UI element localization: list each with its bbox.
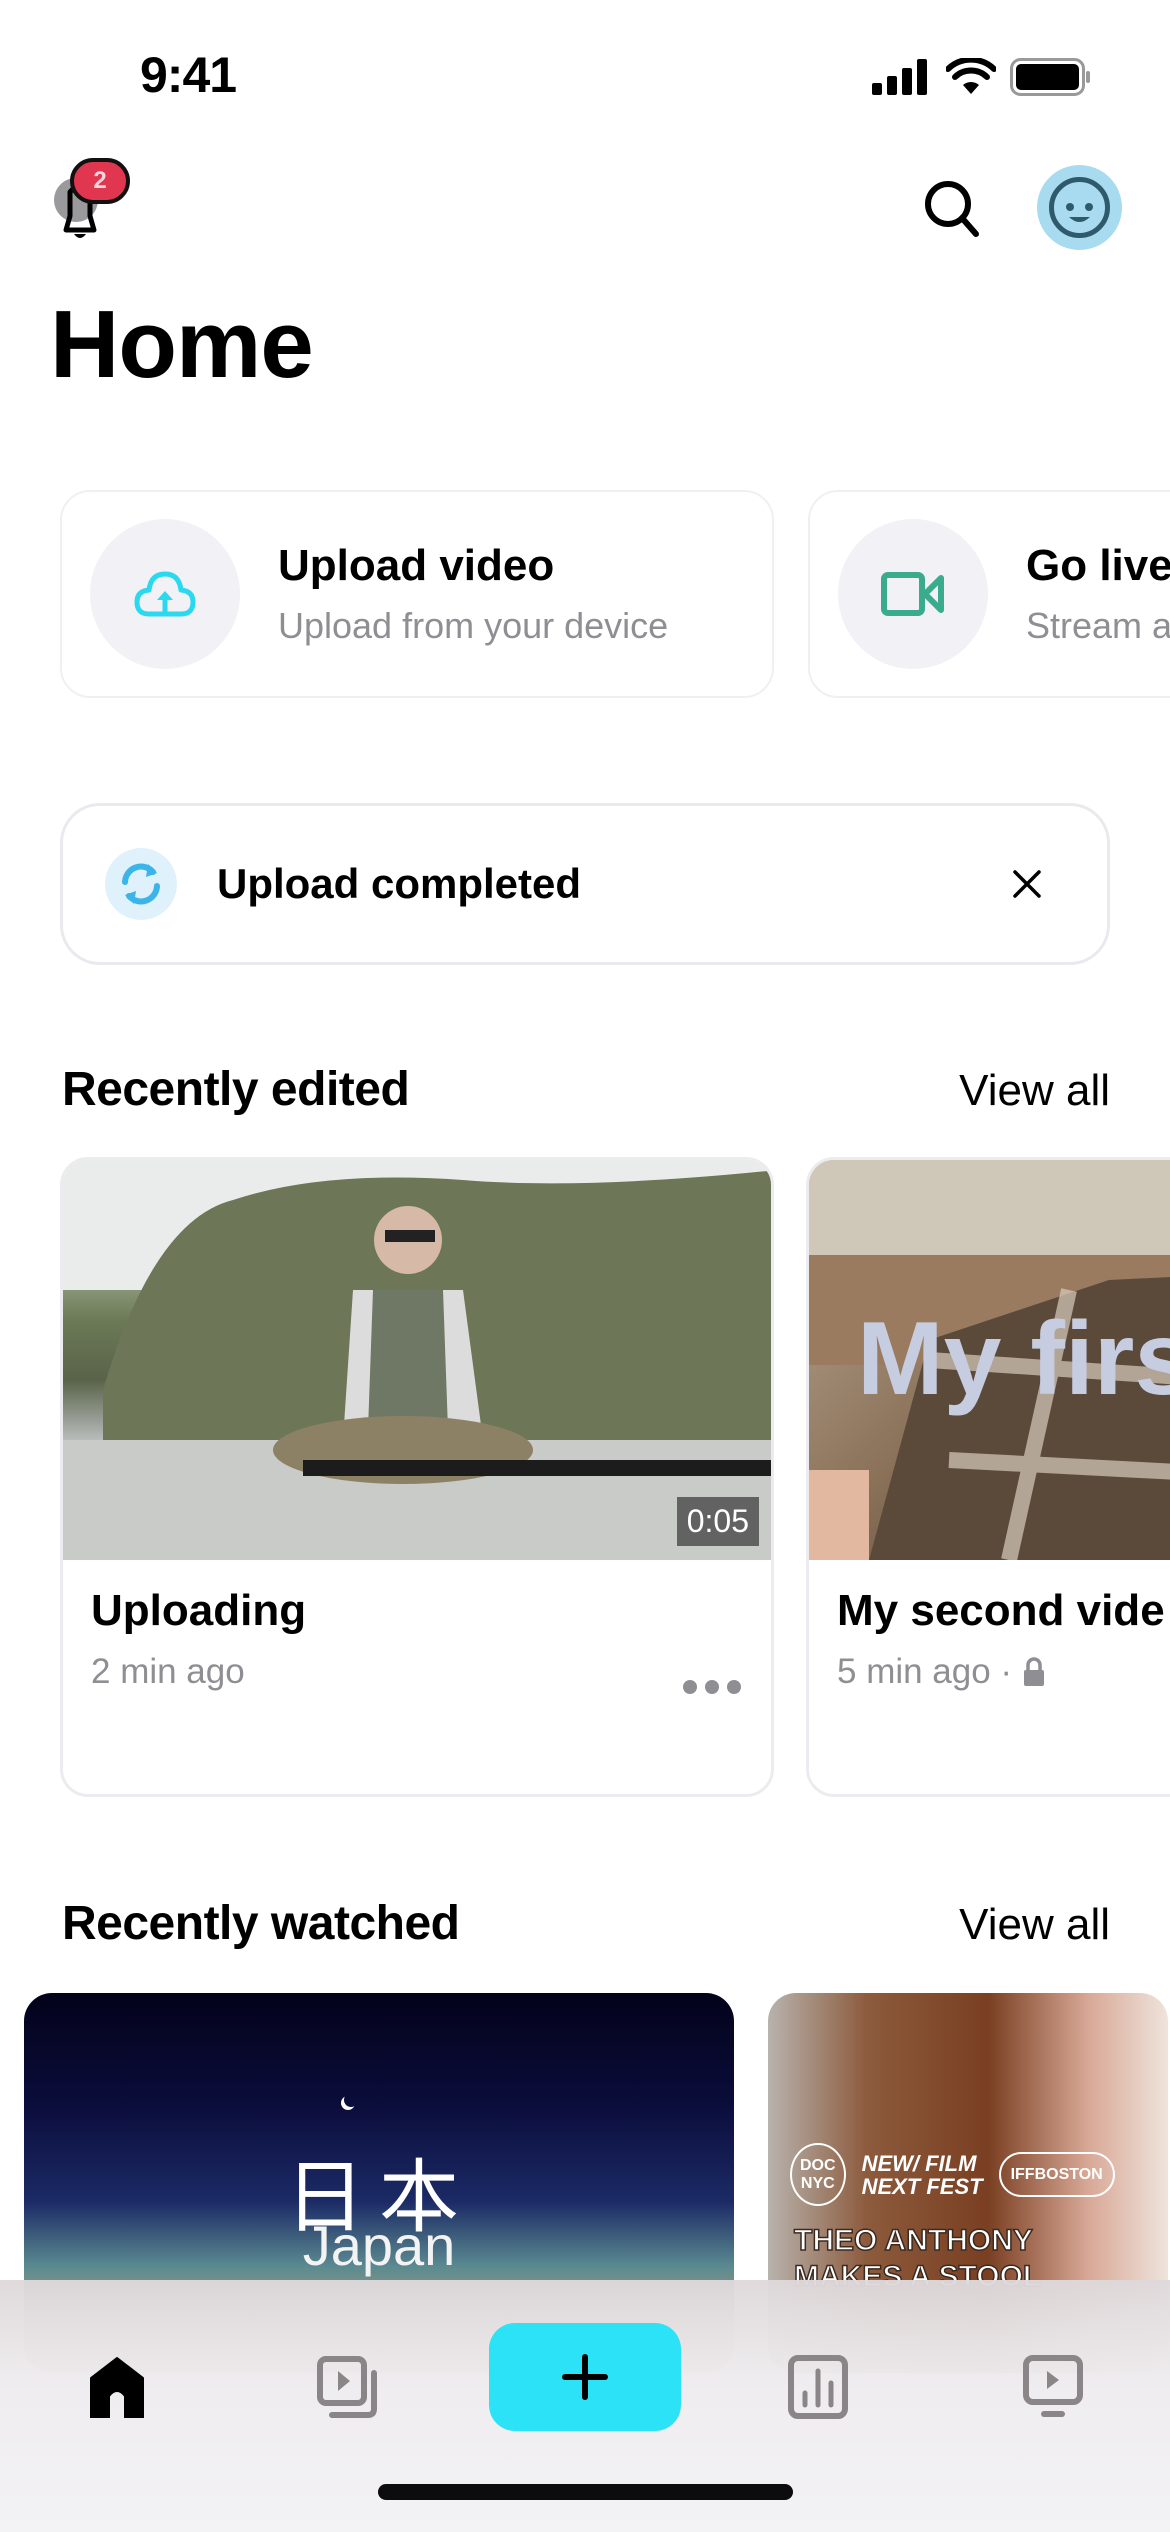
action-subtitle: Stream a	[1026, 605, 1170, 646]
badge-count: 2	[93, 167, 107, 194]
go-live-icon-wrap	[838, 519, 988, 669]
quick-actions: Upload video Upload from your device Go …	[60, 490, 1170, 698]
action-subtitle: Upload from your device	[278, 605, 669, 646]
tab-watch[interactable]	[1008, 2342, 1098, 2432]
thumbnail-art	[63, 1160, 771, 1560]
tab-home[interactable]	[72, 2342, 162, 2432]
video-library-icon	[317, 2356, 377, 2418]
create-button[interactable]	[489, 2323, 681, 2431]
more-horizontal-icon	[683, 1680, 697, 1694]
wifi-icon	[946, 58, 996, 94]
close-banner-button[interactable]	[997, 854, 1057, 914]
recently-edited-list: 0:05 Uploading 2 min ago My first My sec…	[60, 1157, 1170, 1797]
home-indicator[interactable]	[378, 2484, 793, 2500]
upload-icon-wrap	[90, 519, 240, 669]
more-dot	[705, 1680, 719, 1694]
search-button[interactable]	[920, 176, 988, 244]
video-card[interactable]: 0:05 Uploading 2 min ago	[60, 1157, 774, 1797]
cloud-upload-icon	[134, 571, 196, 617]
analytics-icon	[788, 2355, 848, 2419]
action-title: Upload video	[278, 541, 555, 590]
notifications-button[interactable]: 2	[46, 158, 136, 244]
thumbnail-overlay-text: My first	[857, 1301, 1170, 1417]
festival-laurels: DOC NYC NEW/ FILM NEXT FEST IFFBOSTON	[790, 2143, 1115, 2207]
tab-library[interactable]	[303, 2342, 393, 2432]
more-dot	[727, 1680, 741, 1694]
section-title: Recently edited	[62, 1063, 410, 1116]
sync-icon-wrap	[105, 848, 177, 920]
home-icon	[90, 2357, 144, 2418]
page-title: Home	[50, 291, 314, 398]
battery-icon	[1010, 58, 1090, 96]
video-thumbnail: My first	[809, 1160, 1170, 1560]
cellular-signal-icon	[872, 59, 927, 95]
status-bar: 9:41	[0, 0, 1170, 150]
recently-edited-header: Recently edited View all	[62, 1062, 1110, 1117]
go-live-card[interactable]: Go live Stream a	[808, 490, 1170, 698]
tab-analytics[interactable]	[773, 2342, 863, 2432]
recently-watched-header: Recently watched View all	[62, 1896, 1110, 1951]
thumbnail-title: Japan	[302, 2214, 456, 2277]
status-icons	[872, 58, 1092, 96]
title-line: THEO ANTHONY	[793, 2223, 1033, 2258]
video-meta: 5 min ago ·	[837, 1652, 1013, 1691]
avatar[interactable]	[1037, 165, 1122, 250]
video-camera-icon	[881, 572, 944, 616]
view-all-link[interactable]: View all	[959, 1066, 1110, 1116]
laurel-iffboston: IFFBOSTON	[998, 2151, 1115, 2198]
plus-icon	[562, 2354, 608, 2400]
smiley-avatar-icon	[1049, 177, 1110, 238]
search-icon	[925, 181, 979, 237]
sync-icon	[122, 863, 160, 905]
video-title: My second vide	[837, 1586, 1165, 1635]
lock-icon	[1024, 1657, 1045, 1686]
banner-text: Upload completed	[217, 860, 582, 907]
view-all-link[interactable]: View all	[959, 1900, 1110, 1950]
more-options-button[interactable]	[683, 1680, 741, 1694]
laurel-docnyc: DOC NYC	[790, 2143, 846, 2207]
upload-completed-banner: Upload completed	[60, 803, 1110, 965]
video-duration: 0:05	[676, 1497, 759, 1546]
close-icon	[1013, 870, 1041, 898]
video-card[interactable]: My first My second vide 5 min ago ·	[806, 1157, 1170, 1797]
video-title: Uploading	[91, 1586, 307, 1635]
moon-graphic	[344, 2093, 358, 2107]
action-title: Go live	[1026, 541, 1170, 590]
video-thumbnail: 0:05	[63, 1160, 771, 1560]
video-meta: 2 min ago	[91, 1652, 245, 1691]
section-title: Recently watched	[62, 1897, 460, 1950]
tv-play-icon	[1023, 2355, 1083, 2417]
upload-video-card[interactable]: Upload video Upload from your device	[60, 490, 774, 698]
notification-badge: 2	[70, 158, 130, 204]
status-time: 9:41	[140, 47, 237, 103]
laurel-newnext: NEW/ FILM NEXT FEST	[861, 2150, 983, 2199]
